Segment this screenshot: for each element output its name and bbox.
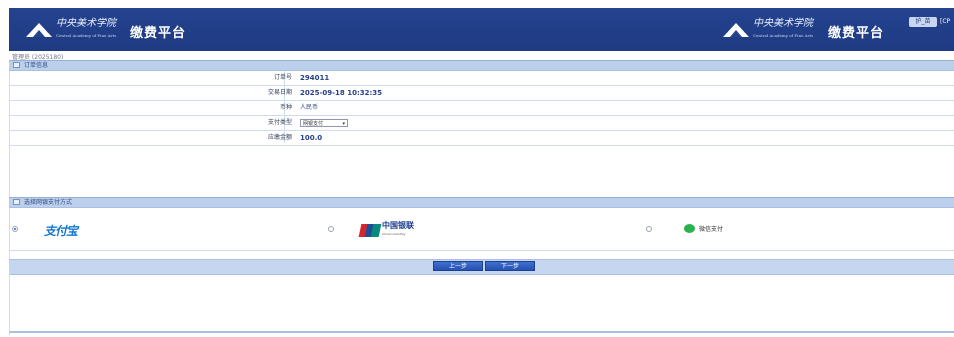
logo-cn-text: 中央美术学院 bbox=[56, 18, 116, 29]
transaction-date: 2025-09-18 10:32:35 bbox=[300, 89, 383, 97]
unionpay-logo[interactable]: 中国银联 China UnionPay bbox=[358, 221, 414, 238]
wechat-radio[interactable] bbox=[646, 226, 652, 232]
payment-section-header: 选择网银支付方式 bbox=[9, 197, 954, 208]
order-section-header: 订单信息 bbox=[9, 60, 954, 71]
order-row-date: 交易日期 2025-09-18 10:32:35 bbox=[9, 86, 954, 101]
blank-area bbox=[9, 143, 954, 198]
logo-en-text: Central Academy of Fine Arts bbox=[753, 33, 814, 38]
platform-title-left: 缴费平台 bbox=[130, 26, 187, 41]
mountain-icon bbox=[723, 23, 749, 37]
order-label: 币种 bbox=[279, 104, 292, 111]
payment-type-selected: 网银支付 bbox=[303, 121, 324, 127]
wechat-icon bbox=[684, 224, 695, 233]
chevron-down-icon: ▾ bbox=[342, 121, 345, 127]
unionpay-icon bbox=[358, 223, 382, 237]
section-icon bbox=[13, 62, 20, 68]
order-row-number: 订单号 294011 bbox=[9, 71, 954, 86]
order-number: 294011 bbox=[300, 74, 330, 82]
unionpay-label-en: China UnionPay bbox=[382, 232, 406, 236]
order-label: 支付类型 bbox=[267, 119, 292, 126]
payment-page: 中央美术学院 Central Academy of Fine Arts 缴费平台… bbox=[0, 0, 954, 337]
logo-en-text: Central Academy of Fine Arts bbox=[56, 33, 117, 38]
order-row-currency: 币种 人民币 bbox=[9, 101, 954, 116]
unionpay-label: 中国银联 bbox=[382, 221, 414, 230]
order-label: 交易日期 bbox=[267, 89, 292, 96]
wechat-pay-logo[interactable]: 微信支付 bbox=[684, 224, 723, 233]
mountain-icon bbox=[26, 23, 52, 37]
alipay-radio[interactable] bbox=[12, 226, 18, 232]
section-icon bbox=[13, 199, 20, 205]
next-step-button[interactable]: 下一步 bbox=[485, 261, 535, 271]
payment-section-title: 选择网银支付方式 bbox=[24, 199, 73, 206]
prev-step-button[interactable]: 上一步 bbox=[433, 261, 483, 271]
order-row-paytype: 支付类型 网银支付 ▾ bbox=[9, 116, 954, 131]
header-bar: 中央美术学院 Central Academy of Fine Arts 缴费平台… bbox=[9, 8, 954, 51]
user-badge[interactable]: 护_苗 bbox=[909, 17, 937, 27]
order-section-title: 订单信息 bbox=[24, 62, 49, 69]
order-info-table: 订单号 294011 交易日期 2025-09-18 10:32:35 币种 人… bbox=[9, 71, 954, 146]
platform-title-right: 缴费平台 bbox=[828, 26, 885, 41]
wechat-label: 微信支付 bbox=[699, 226, 724, 233]
school-logo-right: 中央美术学院 Central Academy of Fine Arts bbox=[723, 19, 813, 41]
currency-value: 人民币 bbox=[300, 104, 319, 111]
bottom-panel bbox=[9, 274, 954, 333]
alipay-logo[interactable]: 支付宝 bbox=[44, 222, 78, 239]
payment-type-select[interactable]: 网银支付 ▾ bbox=[300, 119, 348, 127]
school-logo-left: 中央美术学院 Central Academy of Fine Arts bbox=[26, 19, 116, 41]
order-label: 订单号 bbox=[273, 74, 292, 81]
user-extra: [CP bbox=[940, 18, 951, 25]
payment-options bbox=[9, 208, 954, 251]
unionpay-radio[interactable] bbox=[328, 226, 334, 232]
logo-cn-text: 中央美术学院 bbox=[753, 18, 813, 29]
